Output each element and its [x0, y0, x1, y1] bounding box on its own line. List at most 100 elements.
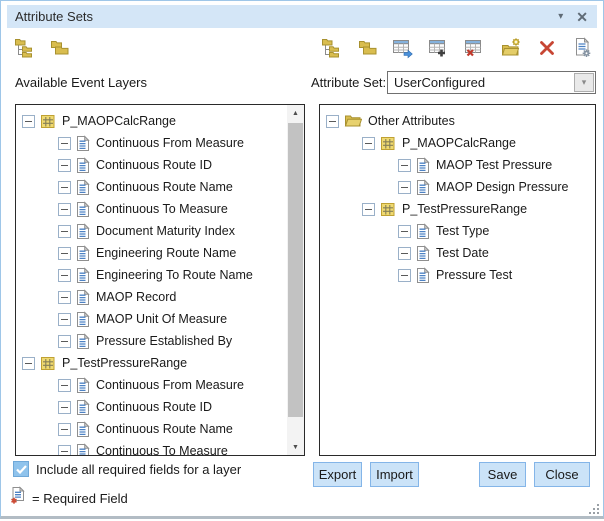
field-icon [76, 245, 90, 262]
field-icon [416, 267, 430, 284]
tree-item-label: MAOP Test Pressure [436, 158, 552, 172]
expand-attribute-set-button[interactable] [319, 36, 343, 60]
folder-gear-icon [500, 37, 522, 59]
tree-item-engineering-to-route-name[interactable]: Engineering To Route Name [16, 264, 286, 286]
field-icon [76, 311, 90, 328]
attribute-sets-dialog: Attribute Sets ▾ ✕ Available Event Layer… [0, 0, 604, 519]
collapse-expander-icon[interactable] [398, 181, 411, 194]
collapse-expander-icon[interactable] [58, 137, 71, 150]
attribute-set-dropdown[interactable]: UserConfigured ▾ [387, 71, 596, 94]
tree-item-test-date[interactable]: Test Date [320, 242, 595, 264]
tree-item-maop-unit-of-measure[interactable]: MAOP Unit Of Measure [16, 308, 286, 330]
table-arrow-icon [392, 37, 414, 59]
collapse-expander-icon[interactable] [58, 335, 71, 348]
collapse-expander-icon[interactable] [22, 357, 35, 370]
left-panel-scrollbar[interactable]: ▲ ▼ [287, 105, 304, 455]
tree-item-p-testpressurerange[interactable]: P_TestPressureRange [320, 198, 595, 220]
document-settings-button[interactable] [571, 36, 595, 60]
tree-item-maop-record[interactable]: MAOP Record [16, 286, 286, 308]
tree-item-label: Continuous Route ID [96, 400, 212, 414]
collapse-expander-icon[interactable] [326, 115, 339, 128]
collapse-expander-icon[interactable] [58, 423, 71, 436]
tree-item-continuous-to-measure[interactable]: Continuous To Measure [16, 198, 286, 220]
collapse-expander-icon[interactable] [398, 225, 411, 238]
collapse-expander-icon[interactable] [362, 203, 375, 216]
include-required-fields-checkbox[interactable] [13, 461, 29, 477]
tree-item-continuous-to-measure[interactable]: Continuous To Measure [16, 440, 286, 456]
collapse-expander-icon[interactable] [398, 269, 411, 282]
dropdown-arrow-icon[interactable]: ▾ [574, 73, 594, 92]
collapse-expander-icon[interactable] [22, 115, 35, 128]
attribute-set-tree-panel: Other AttributesP_MAOPCalcRange MAOP Test… [319, 104, 596, 456]
tree-item-label: Continuous Route Name [96, 422, 233, 436]
field-icon [416, 179, 430, 196]
field-icon [76, 399, 90, 416]
tree-item-label: P_MAOPCalcRange [62, 114, 176, 128]
collapse-expander-icon[interactable] [58, 225, 71, 238]
tree-item-p-testpressurerange[interactable]: P_TestPressureRange [16, 352, 286, 374]
tree-item-label: Continuous To Measure [96, 444, 228, 456]
tree-item-p-maopcalcrange[interactable]: P_MAOPCalcRange [16, 110, 286, 132]
resize-grip[interactable] [589, 502, 600, 513]
tree-item-continuous-from-measure[interactable]: Continuous From Measure [16, 132, 286, 154]
table-x-icon [464, 37, 486, 59]
tree-item-engineering-route-name[interactable]: Engineering Route Name [16, 242, 286, 264]
tree-item-continuous-from-measure[interactable]: Continuous From Measure [16, 374, 286, 396]
add-table-button[interactable] [427, 36, 451, 60]
scroll-down-icon[interactable]: ▼ [287, 439, 304, 455]
collapse-event-layers-button[interactable] [47, 36, 71, 60]
red-x-icon [536, 37, 558, 59]
collapse-expander-icon[interactable] [58, 445, 71, 457]
collapse-expander-icon[interactable] [58, 401, 71, 414]
collapse-expander-icon[interactable] [362, 137, 375, 150]
collapse-expander-icon[interactable] [58, 247, 71, 260]
field-icon [76, 223, 90, 240]
tree-item-label: P_TestPressureRange [402, 202, 527, 216]
save-button[interactable]: Save [479, 462, 526, 487]
tree-item-maop-design-pressure[interactable]: MAOP Design Pressure [320, 176, 595, 198]
close-icon[interactable]: ✕ [576, 10, 588, 24]
collapse-expander-icon[interactable] [58, 313, 71, 326]
tree-item-label: MAOP Design Pressure [436, 180, 568, 194]
tree-item-continuous-route-name[interactable]: Continuous Route Name [16, 176, 286, 198]
scrollbar-thumb[interactable] [288, 123, 303, 417]
export-table-button[interactable] [391, 36, 415, 60]
remove-table-button[interactable] [463, 36, 487, 60]
collapse-expander-icon[interactable] [58, 291, 71, 304]
expand-event-layers-button[interactable] [12, 36, 36, 60]
close-button[interactable]: Close [534, 462, 590, 487]
collapse-expander-icon[interactable] [398, 247, 411, 260]
tree-item-label: Continuous To Measure [96, 202, 228, 216]
collapse-attribute-set-button[interactable] [355, 36, 379, 60]
scroll-up-icon[interactable]: ▲ [287, 105, 304, 121]
title-bar[interactable]: Attribute Sets ▾ ✕ [7, 5, 597, 28]
window-menu-icon[interactable]: ▾ [558, 12, 563, 22]
tree-item-test-type[interactable]: Test Type [320, 220, 595, 242]
collapse-expander-icon[interactable] [58, 181, 71, 194]
tree-item-continuous-route-id[interactable]: Continuous Route ID [16, 154, 286, 176]
required-field-legend: = Required Field [32, 491, 128, 506]
folder-settings-button[interactable] [499, 36, 523, 60]
tree-item-document-maturity-index[interactable]: Document Maturity Index [16, 220, 286, 242]
tree-item-pressure-established-by[interactable]: Pressure Established By [16, 330, 286, 352]
collapse-expander-icon[interactable] [58, 269, 71, 282]
tree-item-continuous-route-id[interactable]: Continuous Route ID [16, 396, 286, 418]
export-button[interactable]: Export [313, 462, 362, 487]
field-icon [76, 267, 90, 284]
tree-item-maop-test-pressure[interactable]: MAOP Test Pressure [320, 154, 595, 176]
tree-item-continuous-route-name[interactable]: Continuous Route Name [16, 418, 286, 440]
collapse-expander-icon[interactable] [398, 159, 411, 172]
field-icon [76, 179, 90, 196]
collapse-expander-icon[interactable] [58, 159, 71, 172]
collapse-expander-icon[interactable] [58, 379, 71, 392]
field-icon [76, 201, 90, 218]
event-layer-icon [40, 114, 56, 129]
attribute-set-toolbar [319, 36, 595, 60]
delete-button[interactable] [535, 36, 559, 60]
tree-item-pressure-test[interactable]: Pressure Test [320, 264, 595, 286]
tree-item-p-maopcalcrange[interactable]: P_MAOPCalcRange [320, 132, 595, 154]
tree-item-other-attributes[interactable]: Other Attributes [320, 110, 595, 132]
field-icon [76, 421, 90, 438]
collapse-expander-icon[interactable] [58, 203, 71, 216]
import-button[interactable]: Import [370, 462, 419, 487]
